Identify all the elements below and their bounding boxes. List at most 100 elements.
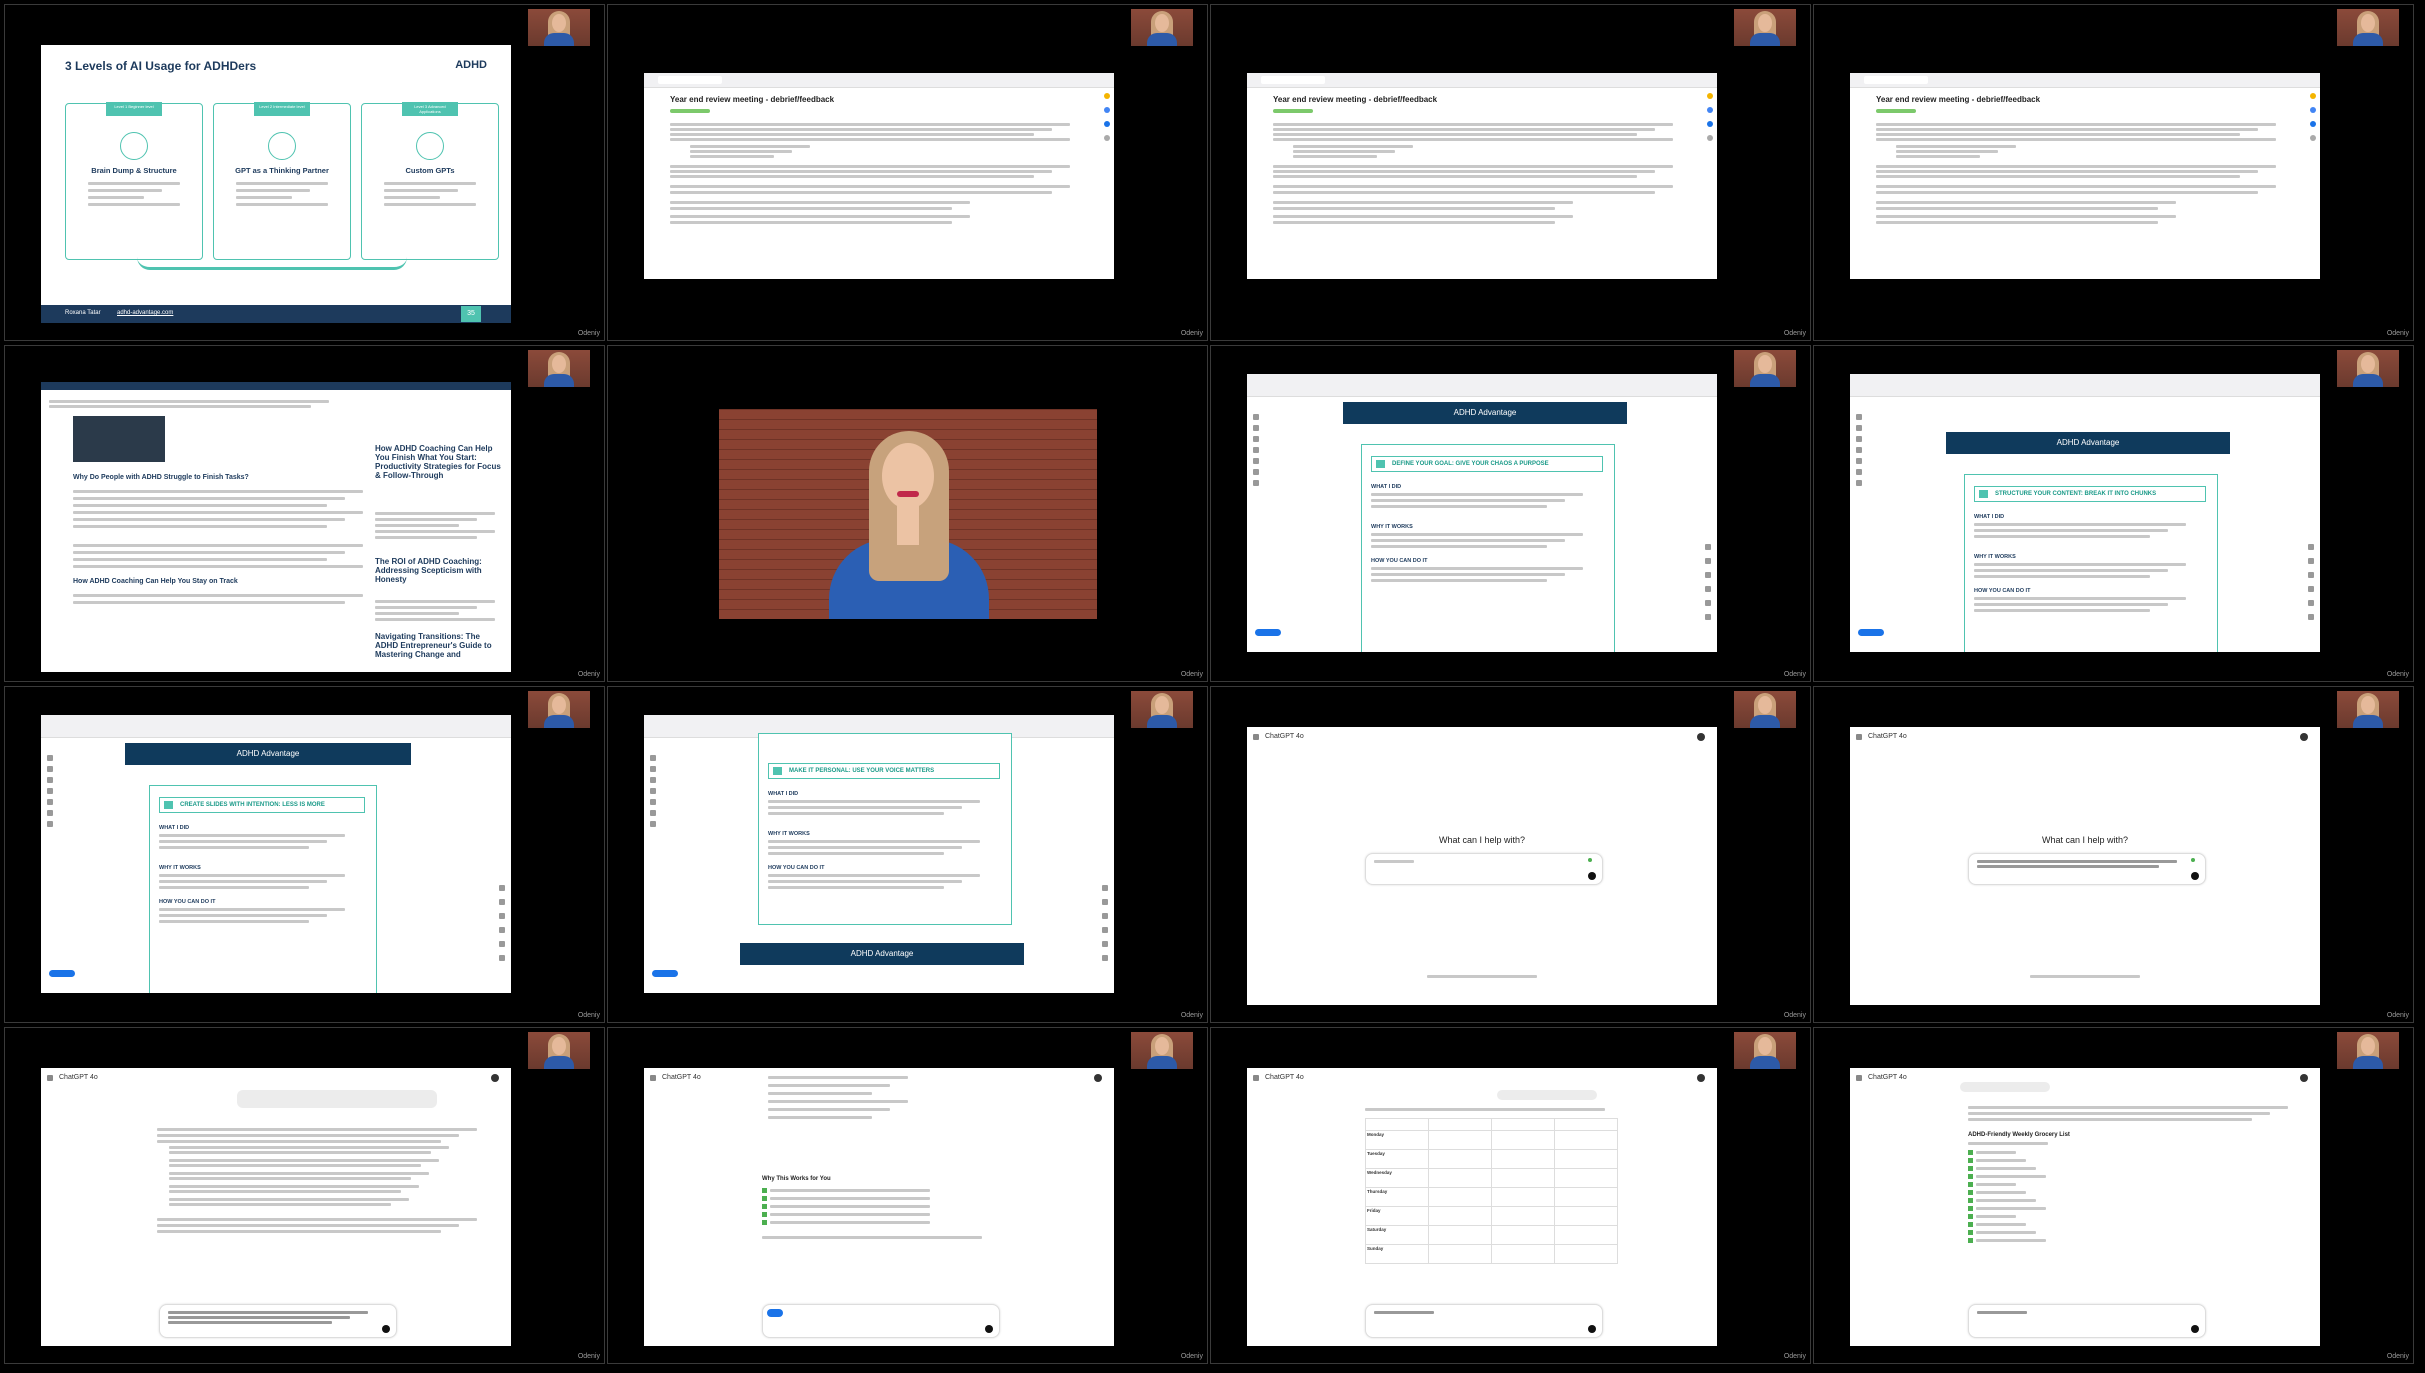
sidebar-toggle-icon[interactable] (650, 1075, 656, 1081)
model-selector[interactable]: ChatGPT 4o (1868, 1074, 1907, 1081)
browser-tab[interactable] (1864, 76, 1928, 84)
prompt-input[interactable] (762, 1304, 1000, 1338)
rail-icon[interactable] (499, 955, 505, 961)
prompt-input[interactable] (1365, 1304, 1603, 1338)
tool-icon[interactable] (1856, 458, 1862, 464)
prompt-input[interactable] (1968, 853, 2206, 885)
side-app-icon[interactable] (2310, 135, 2316, 141)
participant-tile[interactable]: Odeniy ADHD Advantage MAKE IT PERSONAL: US… (607, 686, 1208, 1023)
side-app-icon[interactable] (2310, 93, 2316, 99)
browser-tab[interactable] (1261, 76, 1325, 84)
tool-icon[interactable] (47, 766, 53, 772)
tool-icon[interactable] (47, 799, 53, 805)
model-selector[interactable]: ChatGPT 4o (1265, 733, 1304, 740)
user-avatar[interactable] (2300, 1074, 2308, 1082)
tool-icon[interactable] (1856, 469, 1862, 475)
rail-icon[interactable] (1705, 586, 1711, 592)
rail-icon[interactable] (2308, 586, 2314, 592)
rail-icon[interactable] (2308, 558, 2314, 564)
side-app-icon[interactable] (1104, 121, 1110, 127)
footer-link[interactable]: adhd-advantage.com (117, 310, 173, 316)
rail-icon[interactable] (1102, 941, 1108, 947)
tool-icon[interactable] (47, 777, 53, 783)
user-avatar[interactable] (1094, 1074, 1102, 1082)
participant-tile[interactable]: Odeniy Year end review meeting - debrief/… (1813, 4, 2414, 341)
tool-icon[interactable] (650, 810, 656, 816)
tool-icon[interactable] (1253, 414, 1259, 420)
send-button[interactable] (985, 1325, 993, 1333)
prompt-input[interactable] (159, 1304, 397, 1338)
rail-icon[interactable] (1705, 572, 1711, 578)
subscribe-button[interactable] (1858, 629, 1884, 636)
tool-icon[interactable] (650, 766, 656, 772)
rail-icon[interactable] (1102, 899, 1108, 905)
side-app-icon[interactable] (1104, 93, 1110, 99)
tool-icon[interactable] (1856, 425, 1862, 431)
rail-icon[interactable] (499, 913, 505, 919)
model-selector[interactable]: ChatGPT 4o (1265, 1074, 1304, 1081)
browser-tab[interactable] (658, 76, 722, 84)
tool-icon[interactable] (650, 777, 656, 783)
model-selector[interactable]: ChatGPT 4o (1868, 733, 1907, 740)
user-avatar[interactable] (491, 1074, 499, 1082)
side-app-icon[interactable] (1707, 135, 1713, 141)
rail-icon[interactable] (1705, 558, 1711, 564)
participant-tile[interactable]: Odeniy Year end review meeting - debrief/… (607, 4, 1208, 341)
related-post-title[interactable]: Navigating Transitions: The ADHD Entrepr… (375, 632, 501, 659)
rail-icon[interactable] (499, 899, 505, 905)
tool-icon[interactable] (1253, 458, 1259, 464)
side-app-icon[interactable] (1707, 121, 1713, 127)
user-avatar[interactable] (2300, 733, 2308, 741)
tool-icon[interactable] (650, 821, 656, 827)
rail-icon[interactable] (2308, 614, 2314, 620)
sidebar-toggle-icon[interactable] (1253, 1075, 1259, 1081)
rail-icon[interactable] (2308, 572, 2314, 578)
rail-icon[interactable] (1705, 544, 1711, 550)
side-app-icon[interactable] (2310, 121, 2316, 127)
prompt-input[interactable] (1968, 1304, 2206, 1338)
sidebar-toggle-icon[interactable] (47, 1075, 53, 1081)
rail-icon[interactable] (2308, 600, 2314, 606)
rail-icon[interactable] (1102, 955, 1108, 961)
tool-icon[interactable] (1856, 414, 1862, 420)
participant-tile[interactable]: Odeniy ADHD Advantage DEFINE YOUR GOAL: GI… (1210, 345, 1811, 682)
rail-icon[interactable] (499, 885, 505, 891)
related-post-title[interactable]: The ROI of ADHD Coaching: Addressing Sce… (375, 557, 501, 584)
send-button[interactable] (2191, 1325, 2199, 1333)
side-app-icon[interactable] (1104, 107, 1110, 113)
tool-icon[interactable] (650, 788, 656, 794)
subscribe-button[interactable] (652, 970, 678, 977)
tool-icon[interactable] (1253, 469, 1259, 475)
participant-tile[interactable]: Odeniy ChatGPT 4o Why This Works for You (607, 1027, 1208, 1364)
tool-icon[interactable] (1856, 480, 1862, 486)
model-selector[interactable]: ChatGPT 4o (662, 1074, 701, 1081)
model-selector[interactable]: ChatGPT 4o (59, 1074, 98, 1081)
participant-tile[interactable]: Odeniy ChatGPT 4o (4, 1027, 605, 1364)
sidebar-toggle-icon[interactable] (1253, 734, 1259, 740)
tool-icon[interactable] (47, 755, 53, 761)
rail-icon[interactable] (2308, 544, 2314, 550)
tool-icon[interactable] (1253, 480, 1259, 486)
tool-icon[interactable] (47, 810, 53, 816)
send-button[interactable] (382, 1325, 390, 1333)
tool-icon[interactable] (1253, 436, 1259, 442)
participant-tile[interactable]: Odeniy ChatGPT 4o What can I help with? (1813, 686, 2414, 1023)
send-button[interactable] (1588, 872, 1596, 880)
rail-icon[interactable] (499, 941, 505, 947)
participant-tile[interactable]: Odeniy Why Do People with ADHD Struggle t… (4, 345, 605, 682)
tool-icon[interactable] (1253, 425, 1259, 431)
user-avatar[interactable] (1697, 733, 1705, 741)
tool-icon[interactable] (47, 788, 53, 794)
participant-tile[interactable]: Odeniy 3 Levels of AI Usage for ADHDers AD… (4, 4, 605, 341)
participant-tile[interactable]: Odeniy Year end review meeting - debrief/… (1210, 4, 1811, 341)
tool-icon[interactable] (1856, 436, 1862, 442)
side-app-icon[interactable] (2310, 107, 2316, 113)
send-button[interactable] (2191, 872, 2199, 880)
subscribe-button[interactable] (1255, 629, 1281, 636)
rail-icon[interactable] (1705, 600, 1711, 606)
participant-tile[interactable]: Odeniy ChatGPT 4o What can I help with? (1210, 686, 1811, 1023)
participant-tile[interactable]: Odeniy ADHD Advantage STRUCTURE YOUR CONTE… (1813, 345, 2414, 682)
participant-tile[interactable]: Odeniy ADHD Advantage CREATE SLIDES WITH I… (4, 686, 605, 1023)
participant-tile[interactable]: Odeniy ChatGPT 4o Monday Tuesday Wednesday Th… (1210, 1027, 1811, 1364)
tool-icon[interactable] (1253, 447, 1259, 453)
